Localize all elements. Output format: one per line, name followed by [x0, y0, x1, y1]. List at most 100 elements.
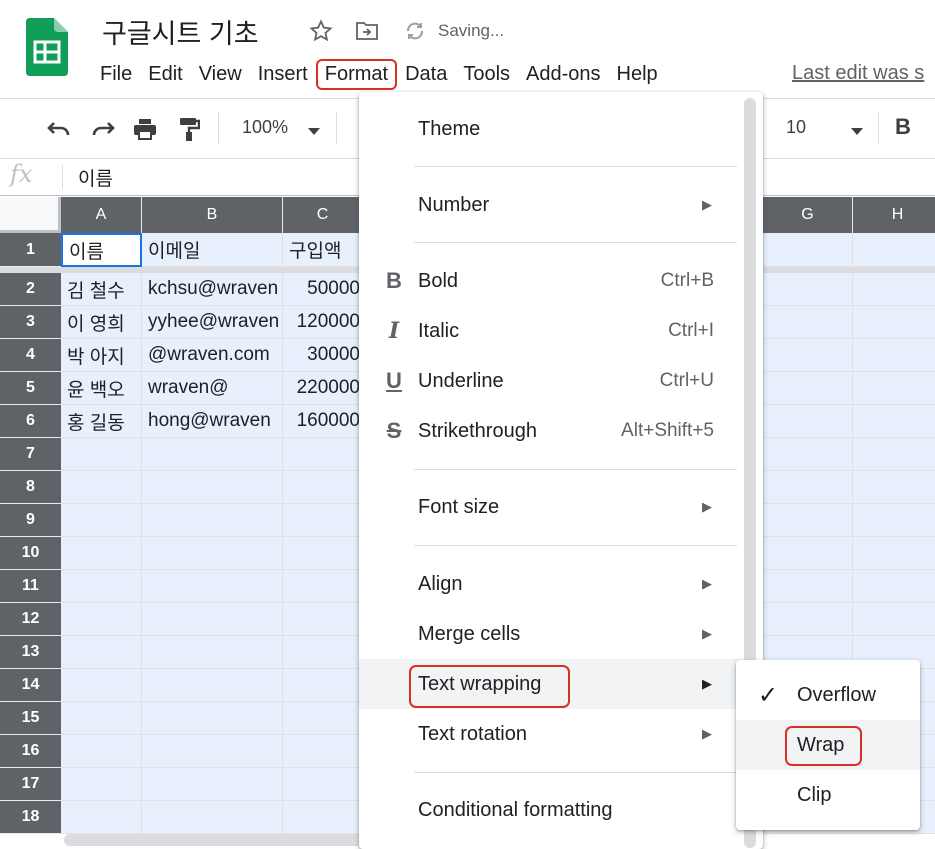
grid-cell[interactable] [283, 438, 363, 471]
grid-cell[interactable] [142, 570, 283, 603]
grid-cell[interactable] [853, 273, 935, 306]
grid-cell[interactable] [763, 603, 853, 636]
horizontal-scrollbar[interactable] [64, 834, 364, 846]
row-header[interactable]: 3 [0, 306, 61, 339]
grid-cell[interactable] [142, 768, 283, 801]
grid-cell[interactable] [142, 735, 283, 768]
menu-item-underline[interactable]: U Underline Ctrl+U [359, 356, 744, 406]
row-header[interactable]: 5 [0, 372, 61, 405]
menu-file[interactable]: File [92, 61, 140, 88]
grid-cell[interactable] [61, 504, 142, 537]
grid-cell[interactable] [853, 339, 935, 372]
sheets-logo-icon[interactable] [26, 18, 68, 76]
grid-cell[interactable]: wraven@ [142, 372, 283, 405]
grid-cell[interactable] [61, 636, 142, 669]
grid-cell[interactable] [142, 801, 283, 834]
undo-icon[interactable] [42, 112, 76, 146]
menu-help[interactable]: Help [609, 61, 666, 88]
row-header[interactable]: 15 [0, 702, 61, 735]
grid-cell[interactable]: 이 영희 [61, 306, 142, 339]
grid-cell[interactable] [763, 537, 853, 570]
grid-cell[interactable] [763, 339, 853, 372]
grid-cell[interactable] [763, 438, 853, 471]
column-header-b[interactable]: B [142, 197, 283, 233]
grid-cell[interactable] [142, 603, 283, 636]
grid-cell[interactable] [853, 504, 935, 537]
menu-view[interactable]: View [191, 61, 250, 88]
menu-item-theme[interactable]: Theme [359, 104, 744, 154]
grid-cell[interactable] [142, 669, 283, 702]
grid-cell[interactable] [763, 405, 853, 438]
row-header[interactable]: 4 [0, 339, 61, 372]
grid-cell[interactable] [283, 537, 363, 570]
grid-cell[interactable] [61, 570, 142, 603]
column-header-h[interactable]: H [853, 197, 935, 233]
grid-cell[interactable] [142, 537, 283, 570]
column-header-a[interactable]: A [61, 197, 142, 233]
grid-cell[interactable]: 30000 [283, 339, 363, 372]
grid-cell[interactable]: 220000 [283, 372, 363, 405]
grid-cell[interactable] [283, 504, 363, 537]
grid-cell[interactable] [61, 438, 142, 471]
font-size-select[interactable]: 10 [786, 117, 806, 138]
grid-cell[interactable]: 박 아지 [61, 339, 142, 372]
grid-cell[interactable]: 윤 백오 [61, 372, 142, 405]
grid-cell[interactable] [61, 801, 142, 834]
grid-cell[interactable] [283, 471, 363, 504]
menu-insert[interactable]: Insert [250, 61, 316, 88]
row-header[interactable]: 12 [0, 603, 61, 636]
grid-cell[interactable]: 홍 길동 [61, 405, 142, 438]
row-header[interactable]: 16 [0, 735, 61, 768]
grid-cell[interactable] [763, 233, 853, 267]
menu-item-italic[interactable]: I Italic Ctrl+I [359, 306, 744, 356]
grid-cell[interactable] [763, 471, 853, 504]
redo-icon[interactable] [86, 112, 120, 146]
row-header[interactable]: 11 [0, 570, 61, 603]
row-header[interactable]: 18 [0, 801, 61, 834]
grid-cell[interactable]: 이메일 [142, 233, 283, 267]
grid-cell[interactable] [142, 636, 283, 669]
grid-cell[interactable] [61, 669, 142, 702]
menu-edit[interactable]: Edit [140, 61, 190, 88]
grid-cell[interactable]: 50000 [283, 273, 363, 306]
bold-button[interactable]: B [895, 114, 911, 140]
submenu-item-clip[interactable]: Clip [736, 770, 920, 820]
menu-item-number[interactable]: Number ▶ [359, 180, 744, 230]
grid-cell[interactable]: 이름 [61, 233, 142, 267]
grid-cell[interactable] [763, 504, 853, 537]
menu-format[interactable]: Format [315, 58, 398, 90]
grid-cell[interactable] [283, 768, 363, 801]
paint-format-icon[interactable] [172, 112, 206, 146]
formula-input[interactable]: 이름 [78, 164, 113, 191]
grid-cell[interactable] [283, 669, 363, 702]
grid-cell[interactable] [61, 735, 142, 768]
grid-cell[interactable] [853, 438, 935, 471]
grid-cell[interactable] [853, 471, 935, 504]
grid-cell[interactable] [142, 702, 283, 735]
grid-cell[interactable] [283, 702, 363, 735]
row-header[interactable]: 2 [0, 273, 61, 306]
grid-cell[interactable] [142, 471, 283, 504]
menu-item-conditional-formatting[interactable]: Conditional formatting [359, 785, 744, 835]
row-header[interactable]: 10 [0, 537, 61, 570]
grid-cell[interactable] [763, 372, 853, 405]
grid-cell[interactable] [142, 438, 283, 471]
grid-cell[interactable] [283, 603, 363, 636]
star-icon[interactable] [306, 16, 336, 46]
grid-cell[interactable] [763, 306, 853, 339]
document-title[interactable]: 구글시트 기초 [102, 12, 259, 51]
font-size-dropdown-icon[interactable] [850, 123, 864, 141]
grid-cell[interactable] [61, 702, 142, 735]
grid-cell[interactable] [853, 233, 935, 267]
menu-item-font-size[interactable]: Font size ▶ [359, 482, 744, 532]
row-header[interactable]: 9 [0, 504, 61, 537]
select-all-corner[interactable] [0, 197, 61, 233]
move-to-folder-icon[interactable] [352, 16, 382, 46]
grid-cell[interactable]: 김 철수 [61, 273, 142, 306]
grid-cell[interactable] [61, 768, 142, 801]
grid-cell[interactable]: 160000 [283, 405, 363, 438]
grid-cell[interactable] [853, 537, 935, 570]
grid-cell[interactable] [763, 273, 853, 306]
menu-tools[interactable]: Tools [455, 61, 518, 88]
row-header[interactable]: 1 [0, 233, 61, 267]
